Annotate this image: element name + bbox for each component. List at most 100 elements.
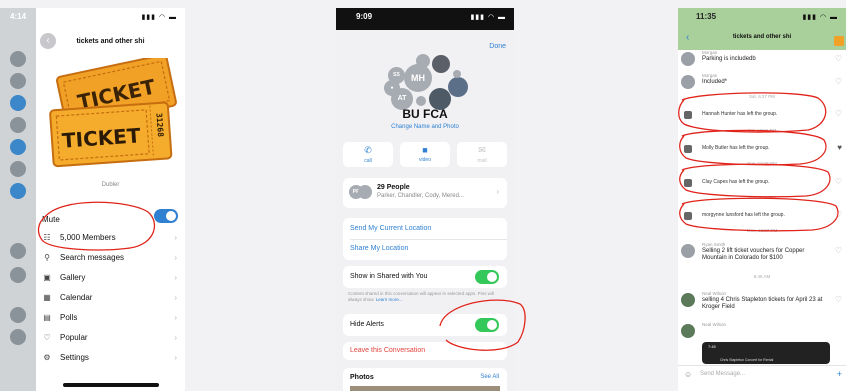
system-icon [684,212,692,220]
share-location-button[interactable]: Share My Location [350,245,408,252]
popular-row[interactable]: ♡ Popular › [40,327,177,347]
show-shared-note: Content shared in this conversation will… [348,291,504,303]
timestamp: 8:45 AM [753,274,771,279]
status-icons: ▮▮▮ ◠ ▬ [141,14,177,21]
chevron-right-icon: › [174,272,177,282]
avatar [453,70,461,78]
status-time: 11:35 [696,12,717,21]
heart-icon[interactable]: ♡ [835,177,842,186]
avatar [10,161,26,177]
leave-conversation-button[interactable]: Leave this Conversation [350,347,425,354]
leave-row: Leave this Conversation [343,342,507,360]
search-messages-row[interactable]: ⚲ Search messages › [40,247,177,267]
show-shared-note-text: Content shared in this conversation will… [348,291,494,302]
video-label: video [419,157,431,163]
avatar [10,117,26,133]
polls-row[interactable]: ▤ Polls › [40,307,177,327]
list-item [0,136,36,158]
members-row[interactable]: ☷ 5,000 Members › [40,227,177,247]
gallery-icon: ▣ [43,272,51,282]
heart-icon: ♡ [43,332,51,342]
thumbnail-caption: Chris Stapleton Concert for Rental [720,358,774,362]
sender-name: Ryan Smith [702,242,726,247]
mail-button[interactable]: ✉ mail [457,142,507,167]
chevron-right-icon: › [174,252,177,262]
message-input[interactable]: Send Message... [700,371,745,377]
avatar [358,185,372,199]
chevron-right-icon: › [174,232,177,242]
hide-alerts-label: Hide Alerts [350,321,384,328]
calendar-row[interactable]: ▦ Calendar › [40,287,177,307]
avatar [681,75,695,89]
learn-more-link[interactable]: Learn more... [376,297,403,302]
phone-imessage-details: 9:09 ▮▮▮ ◠ ▬ Done ● SS AT MH BU FCA Chan… [336,8,514,391]
list-item [0,48,36,70]
status-icons: ▮▮▮ ◠ ▬ [802,14,838,21]
avatar [10,243,26,259]
polls-label: Polls [60,312,78,322]
heart-icon[interactable]: ♡ [835,54,842,63]
see-all-link[interactable]: See All [480,374,499,380]
people-count: 29 People [377,184,410,191]
chevron-right-icon: › [174,292,177,302]
heart-icon[interactable]: ♡ [835,109,842,118]
done-button[interactable]: Done [489,43,506,50]
avatar [10,51,26,67]
sender-name: Morgan [702,50,718,55]
members-icon: ☷ [43,232,51,242]
ticket-serial: 31268 [154,113,165,138]
heart-icon[interactable]: ♡ [835,295,842,304]
show-shared-toggle[interactable] [475,270,499,284]
avatar [681,324,695,338]
calendar-label: Calendar [60,292,93,302]
video-thumbnail[interactable]: 7:45 Chris Stapleton Concert for Rental [702,342,830,364]
gear-icon: ⚙ [43,352,51,362]
heart-icon[interactable]: ♡ [835,77,842,86]
mail-icon: ✉ [478,145,486,155]
mute-toggle[interactable] [154,209,178,223]
search-messages-label: Search messages [60,252,125,262]
message-input-bar: ☺ Send Message... + [678,365,846,383]
gallery-row[interactable]: ▣ Gallery › [40,267,177,287]
people-row[interactable]: PF 29 People Parker, Chandler, Cody, Mer… [343,178,507,208]
heart-icon[interactable]: ♡ [835,210,842,219]
plus-icon[interactable]: + [837,369,842,379]
status-time: 4:14 [10,12,27,21]
timestamp: Mon, 12:07 PM [746,228,778,233]
change-name-link[interactable]: Change Name and Photo [336,124,514,130]
avatar [448,77,468,97]
status-icons: ▮▮▮ ◠ ▬ [470,14,506,21]
photos-section: Photos See All [343,368,507,391]
chevron-right-icon: › [496,187,499,196]
heart-icon[interactable]: ♡ [835,246,842,255]
send-location-button[interactable]: Send My Current Location [350,225,431,232]
sender-name: Neal Wilson [702,291,727,296]
message-text: selling 4 Chris Stapleton tickets for Ap… [702,297,823,310]
group-caption: Dubler [101,182,120,188]
system-icon [684,111,692,119]
photos-label: Photos [350,374,374,381]
group-name: BU FCA [402,107,448,121]
message-text: Parking is includedb [702,56,756,62]
list-item [0,114,36,136]
status-time: 9:09 [356,12,373,21]
search-icon: ⚲ [44,252,50,262]
avatar [10,329,26,345]
video-button[interactable]: ■ video [400,142,450,167]
system-icon [684,145,692,153]
settings-row[interactable]: ⚙ Settings › [40,347,177,367]
phone-group-chat: 11:35 ▮▮▮ ◠ ▬ ‹ tickets and other shi Mo… [678,8,846,391]
heart-icon[interactable]: ♥ [837,143,842,152]
mail-label: mail [477,158,487,164]
hide-alerts-toggle[interactable] [475,318,499,332]
system-icon [684,179,692,187]
system-text: Clay Capes has left the group. [702,179,770,185]
avatar [681,52,695,66]
avatar [10,267,26,283]
call-button[interactable]: ✆ call [343,142,393,167]
tickets-image: TICKET TICKET 31268 [49,58,177,168]
group-avatar[interactable] [834,36,844,46]
home-indicator [62,383,159,387]
chat-title: tickets and other shi [732,34,792,40]
emoji-icon[interactable]: ☺ [684,370,692,379]
